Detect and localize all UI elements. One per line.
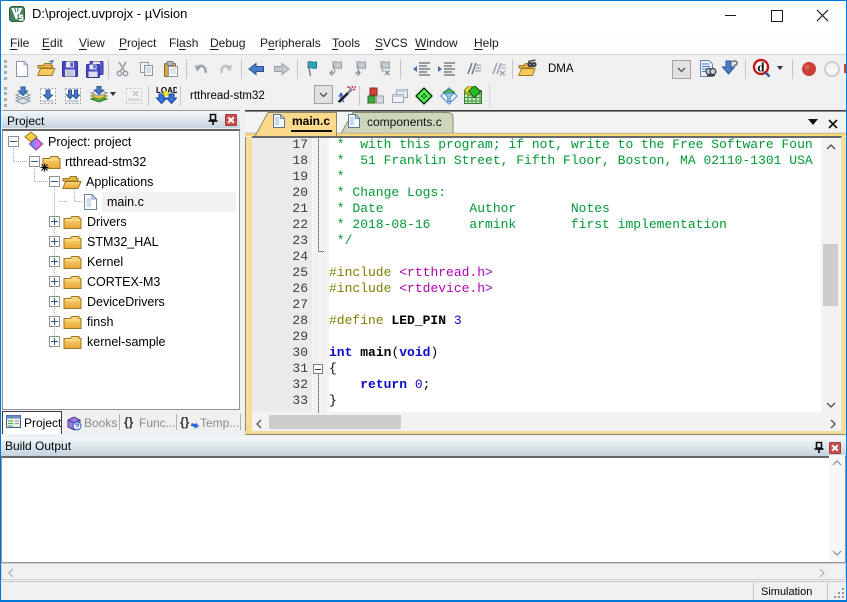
svg-text:d: d — [757, 60, 765, 75]
